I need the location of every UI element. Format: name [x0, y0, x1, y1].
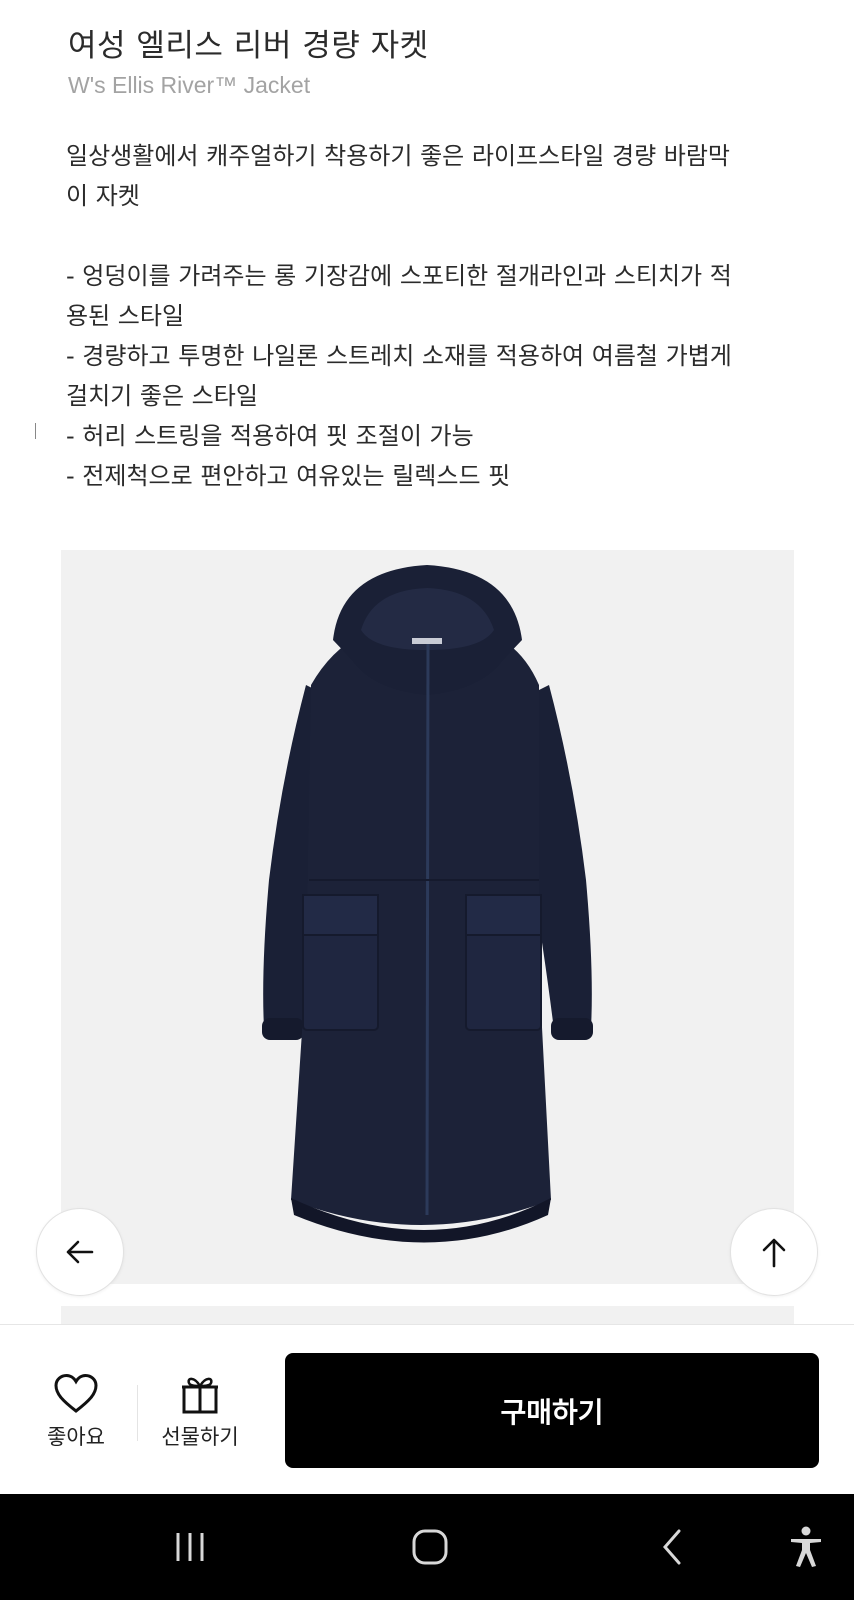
description-line: 걸치기 좋은 스타일: [66, 382, 258, 410]
buy-button[interactable]: 구매하기: [285, 1353, 819, 1468]
divider: [137, 1385, 138, 1441]
nav-back-button[interactable]: [632, 1494, 712, 1600]
gift-label: 선물하기: [161, 1425, 239, 1449]
description-line: - 허리 스트링을 적용하여 핏 조절이 가능: [66, 422, 474, 450]
recent-apps-button[interactable]: [150, 1494, 230, 1600]
product-description: 일상생활에서 캐주얼하기 착용하기 좋은 라이프스타일 경량 바람막 이 자켓 …: [66, 136, 796, 496]
recent-apps-icon: [176, 1533, 204, 1561]
back-icon: [663, 1529, 681, 1565]
description-line: 용된 스타일: [66, 302, 185, 330]
description-line: - 엉덩이를 가려주는 롱 기장감에 스포티한 절개라인과 스티치가 적: [66, 262, 732, 290]
home-button[interactable]: [390, 1494, 470, 1600]
product-image[interactable]: [61, 550, 794, 1284]
description-line: - 전제척으로 편안하고 여유있는 릴렉스드 핏: [66, 462, 511, 490]
gift-icon: [182, 1377, 218, 1414]
description-line: - 경량하고 투명한 나일론 스트레치 소재를 적용하여 여름철 가볍게: [66, 342, 732, 370]
system-nav-bar: [0, 1494, 854, 1600]
back-button[interactable]: [36, 1208, 124, 1296]
product-subtitle: W's Ellis River™ Jacket: [68, 72, 311, 98]
heart-icon: [54, 1373, 98, 1413]
text-caret: [35, 423, 36, 439]
like-button[interactable]: 좋아요: [38, 1373, 114, 1451]
home-icon: [412, 1529, 448, 1565]
like-label: 좋아요: [47, 1425, 105, 1449]
accessibility-icon: [791, 1526, 821, 1567]
description-line: 일상생활에서 캐주얼하기 착용하기 좋은 라이프스타일 경량 바람막: [66, 142, 731, 170]
description-gap: [66, 216, 796, 256]
scroll-top-button[interactable]: [730, 1208, 818, 1296]
arrow-up-icon: [762, 1238, 786, 1268]
arrow-left-icon: [66, 1240, 94, 1264]
next-product-image: [61, 1306, 794, 1326]
accessibility-button[interactable]: [766, 1494, 846, 1600]
purchase-bar: 좋아요 선물하기 구매하기: [0, 1324, 854, 1494]
jacket-illustration: [262, 565, 593, 1243]
description-line: 이 자켓: [66, 182, 140, 210]
gift-button[interactable]: 선물하기: [152, 1373, 248, 1451]
product-title: 여성 엘리스 리버 경량 자켓: [68, 28, 429, 64]
